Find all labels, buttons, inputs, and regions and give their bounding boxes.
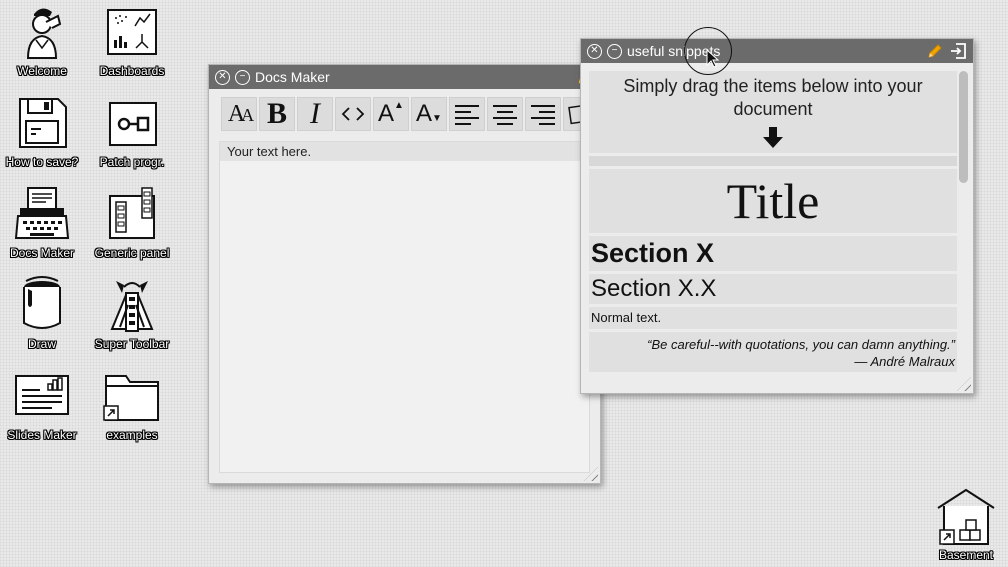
desktop-icon-label: Slides Maker	[7, 428, 77, 442]
normal-text-sample: Normal text.	[591, 310, 662, 325]
desktop-icon-label: Patch progr.	[99, 155, 165, 169]
font-button[interactable]: AA	[221, 97, 257, 131]
snippets-list: Simply drag the items below into your do…	[589, 71, 957, 385]
paint-bucket-icon	[23, 276, 61, 329]
italic-button[interactable]: I	[297, 97, 333, 131]
desktop-icon-label: Super Toolbar	[94, 337, 170, 351]
desktop-icon-label: Dashboards	[99, 64, 165, 78]
docs-maker-titlebar[interactable]: ✕ − Docs Maker	[209, 65, 600, 89]
typewriter-icon	[14, 187, 70, 239]
panel-icon	[109, 187, 155, 239]
font-size-down-button[interactable]: A▼	[411, 97, 447, 131]
mouse-cursor-icon	[706, 49, 720, 68]
window-title: useful snippets	[627, 43, 721, 59]
snippets-titlebar[interactable]: ✕ − useful snippets	[581, 39, 973, 63]
bold-icon: B	[266, 97, 287, 130]
desktop-icon-label: Draw	[27, 337, 56, 351]
close-icon[interactable]: ✕	[215, 69, 230, 85]
title-snippet[interactable]: Title	[589, 169, 957, 233]
window-title: Docs Maker	[255, 69, 330, 85]
desktop-icon-generic-panel[interactable]: Generic panel	[90, 184, 174, 262]
quote-author: — André Malraux	[854, 354, 955, 369]
desktop-icon-label: examples	[106, 428, 158, 442]
floppy-disk-icon	[19, 98, 67, 148]
desktop-icon-label: Generic panel	[94, 246, 170, 260]
title-sample: Title	[726, 173, 820, 229]
align-center-icon	[493, 105, 517, 125]
document-editor[interactable]: Your text here.	[219, 141, 590, 473]
font-size-up-button[interactable]: A▲	[373, 97, 409, 131]
close-icon[interactable]: ✕	[587, 43, 602, 59]
code-button[interactable]	[335, 97, 371, 131]
desktop-icon-how-to-save[interactable]: How to save?	[0, 93, 84, 171]
desktop-icon-slides-maker[interactable]: Slides Maker	[0, 366, 84, 444]
desktop-icon-label: How to save?	[5, 155, 79, 169]
useful-snippets-window: ✕ − useful snippets Simply drag the item…	[580, 38, 974, 394]
section-sample: Section X	[591, 238, 715, 268]
instruction-block: Simply drag the items below into your do…	[589, 71, 957, 153]
subsection-snippet[interactable]: Section X.X	[589, 274, 957, 304]
desktop-icon-basement[interactable]: Basement	[924, 486, 1008, 564]
subsection-sample: Section X.X	[591, 275, 717, 302]
quote-snippet[interactable]: “Be careful--with quotations, you can da…	[589, 332, 957, 372]
desktop-icon-dashboards[interactable]: Dashboards	[90, 2, 174, 80]
snippets-scrollbar[interactable]	[959, 71, 968, 381]
quote-text: “Be careful--with quotations, you can da…	[647, 337, 955, 352]
desktop-icon-examples[interactable]: examples	[90, 366, 174, 444]
bold-button[interactable]: B	[259, 97, 295, 131]
document-text[interactable]: Your text here.	[220, 142, 589, 161]
docs-toolbar: AA B I A▲ A▼	[209, 89, 600, 137]
person-icon	[26, 8, 62, 59]
section-snippet[interactable]: Section X	[589, 236, 957, 271]
font-size-down-icon: A▼	[416, 100, 442, 127]
pencil-icon[interactable]	[926, 42, 944, 60]
desktop-icon-super-toolbar[interactable]: Super Toolbar	[90, 275, 174, 353]
docs-maker-window: ✕ − Docs Maker AA B I A▲ A▼ Your text he…	[208, 64, 601, 484]
arrow-down-icon	[763, 127, 783, 148]
italic-icon: I	[310, 97, 320, 130]
instruction-text: Simply drag the items below into your do…	[623, 76, 923, 119]
scrollbar-thumb[interactable]	[959, 71, 968, 183]
align-center-button[interactable]	[487, 97, 523, 131]
align-left-icon	[455, 105, 479, 125]
desktop-icon-label: Welcome	[17, 64, 67, 78]
code-icon	[341, 107, 365, 121]
align-right-icon	[531, 105, 555, 125]
dashboard-icon	[107, 9, 157, 55]
desktop-icon-patch-progr[interactable]: Patch progr.	[90, 93, 174, 171]
divider-snippet[interactable]	[589, 156, 957, 166]
normal-text-snippet[interactable]: Normal text.	[589, 307, 957, 329]
desktop-icon-label: Docs Maker	[9, 246, 74, 260]
minimize-icon[interactable]: −	[235, 69, 250, 85]
warehouse-icon	[937, 488, 995, 545]
folder-icon	[103, 375, 159, 421]
desktop-icon-label: Basement	[938, 548, 994, 562]
desktop-icon-draw[interactable]: Draw	[0, 275, 84, 353]
font-size-up-icon: A▲	[378, 100, 404, 127]
desktop-icon-welcome[interactable]: Welcome	[0, 2, 84, 80]
align-left-button[interactable]	[449, 97, 485, 131]
desktop-icon-docs-maker[interactable]: Docs Maker	[0, 184, 84, 262]
font-icon: AA	[227, 100, 254, 127]
toolbar-icon	[110, 281, 154, 332]
slides-icon	[15, 375, 69, 415]
exit-icon[interactable]	[949, 42, 967, 60]
align-right-button[interactable]	[525, 97, 561, 131]
minimize-icon[interactable]: −	[607, 43, 622, 59]
patch-icon	[109, 102, 157, 146]
